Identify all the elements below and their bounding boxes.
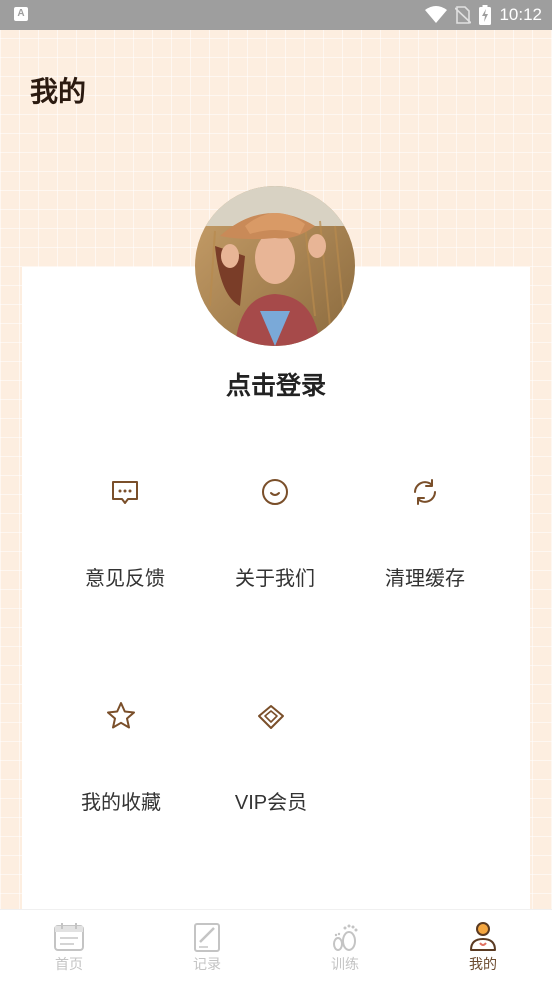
menu-item-label: 我的收藏 bbox=[81, 792, 161, 814]
menu-item-vip[interactable]: VIP会员 bbox=[196, 698, 346, 815]
clock: 10:12 bbox=[499, 5, 542, 24]
calendar-icon bbox=[54, 923, 84, 951]
menu-item-feedback[interactable]: 意见反馈 bbox=[50, 474, 200, 591]
refresh-icon bbox=[414, 479, 436, 505]
edit-note-icon bbox=[194, 923, 220, 952]
star-icon bbox=[107, 702, 135, 729]
nav-label: 首页 bbox=[55, 956, 83, 972]
menu-item-label: 关于我们 bbox=[235, 568, 315, 590]
footprints-icon bbox=[333, 924, 358, 951]
menu-item-label: 意见反馈 bbox=[85, 568, 165, 590]
battery-charging-icon bbox=[479, 5, 492, 25]
no-sim-icon bbox=[455, 6, 472, 24]
nav-item-records[interactable]: 记录 bbox=[138, 910, 276, 984]
avatar[interactable] bbox=[195, 186, 355, 346]
nav-label: 我的 bbox=[469, 956, 497, 972]
nav-label: 训练 bbox=[331, 956, 359, 972]
page-title: 我的 bbox=[30, 76, 87, 107]
nav-item-mine[interactable]: 我的 bbox=[414, 910, 552, 984]
diamond-icon bbox=[258, 705, 284, 729]
notification-a-icon: A bbox=[14, 7, 28, 21]
menu-item-clear-cache[interactable]: 清理缓存 bbox=[350, 474, 500, 591]
menu-item-about[interactable]: 关于我们 bbox=[200, 474, 350, 591]
menu-item-label: VIP会员 bbox=[234, 792, 308, 814]
profile-card bbox=[22, 267, 530, 917]
nav-label: 记录 bbox=[193, 956, 221, 972]
menu-item-favorites[interactable]: 我的收藏 bbox=[46, 698, 196, 815]
bottom-nav: 首页 记录 训练 我的 bbox=[0, 909, 552, 984]
nav-item-training[interactable]: 训练 bbox=[276, 910, 414, 984]
wifi-icon bbox=[425, 6, 448, 23]
person-icon bbox=[470, 922, 496, 951]
login-button[interactable]: 点击登录 bbox=[0, 366, 552, 402]
status-bar: A 10:12 bbox=[0, 0, 552, 30]
nav-item-home[interactable]: 首页 bbox=[0, 910, 138, 984]
menu-item-label: 清理缓存 bbox=[385, 568, 465, 590]
feedback-icon bbox=[112, 481, 138, 504]
smile-icon bbox=[262, 479, 288, 505]
